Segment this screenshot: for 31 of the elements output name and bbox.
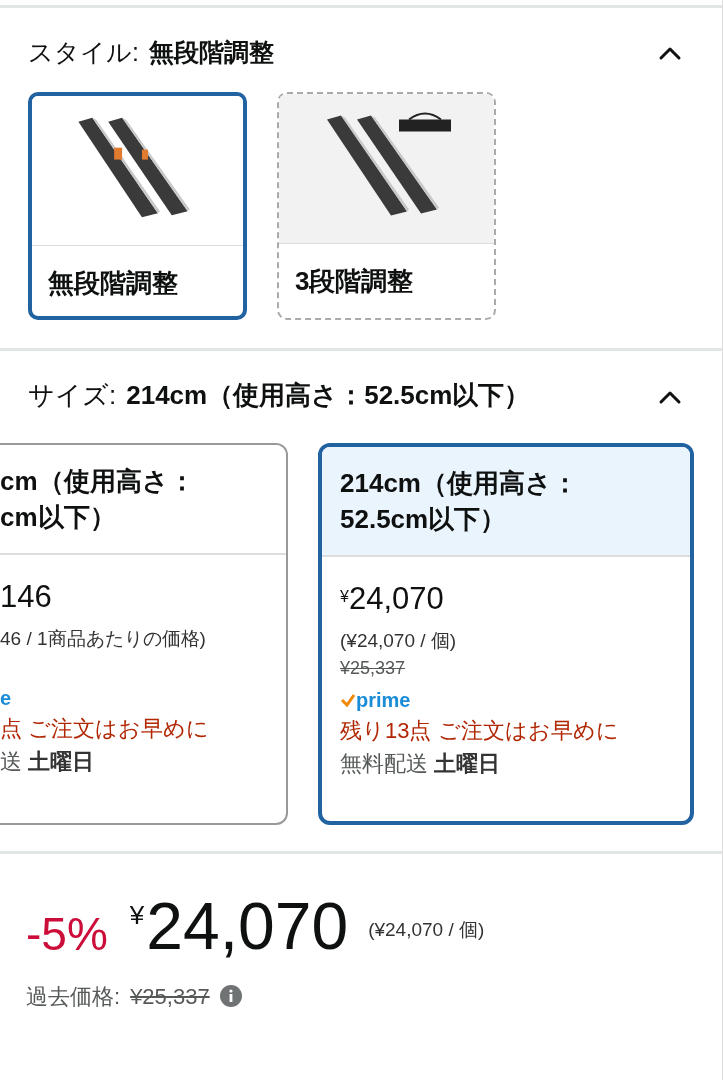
past-price: ¥25,337: [130, 982, 210, 1011]
check-icon: [340, 693, 356, 707]
stock-message: 点 ご注文はお早めに: [0, 715, 211, 743]
delivery-info: 送 土曜日: [0, 748, 96, 776]
size-option-card[interactable]: cm（使用高さ： cm以下） 146 46 / 1商品あたりの価格) e 点 ご注文はお早めに 送 土曜日: [0, 442, 288, 825]
style-option[interactable]: 3段階調整: [277, 91, 496, 320]
prime-label: e: [0, 687, 12, 709]
stock-message: 残り13点 ご注文はお早めに: [340, 717, 620, 745]
delivery-info: 無料配送 土曜日: [340, 750, 502, 778]
list-price: ¥25,337: [340, 658, 406, 678]
discount-percent: -5%: [26, 906, 108, 962]
size-option-title: 214cm（使用高さ： 52.5cm以下）: [340, 466, 579, 536]
style-option-label: 無段階調整: [47, 266, 179, 300]
selected-style: 無段階調整: [148, 37, 274, 68]
style-option[interactable]: 無段階調整: [28, 91, 247, 320]
prime-label: prime: [356, 689, 411, 711]
style-option-label: 3段階調整: [294, 264, 415, 298]
size-option-title: cm（使用高さ： cm以下）: [0, 464, 196, 534]
unit-price: (¥24,070 / 個): [368, 917, 485, 942]
price: 24,070: [146, 887, 349, 965]
info-icon[interactable]: [219, 985, 242, 1007]
option-price: 24,070: [348, 579, 444, 618]
size-header: サイズ: 214cm（使用高さ：52.5cm以下）: [28, 379, 531, 410]
style-label: スタイル:: [28, 37, 139, 68]
size-option-card[interactable]: 214cm（使用高さ： 52.5cm以下） ¥24,070 (¥24,070 / 個) ¥25,337 prime 残り13点 ご注文はお早めに 無料配送 土曜日: [318, 442, 694, 825]
currency-symbol: ¥: [340, 586, 349, 605]
past-price-label: 過去価格:: [26, 982, 121, 1011]
unit-price: (¥24,070 / 個): [340, 628, 458, 653]
option-price: 146: [0, 577, 52, 616]
unit-price: 46 / 1商品あたりの価格): [0, 626, 207, 651]
currency-symbol: ¥: [129, 898, 145, 932]
